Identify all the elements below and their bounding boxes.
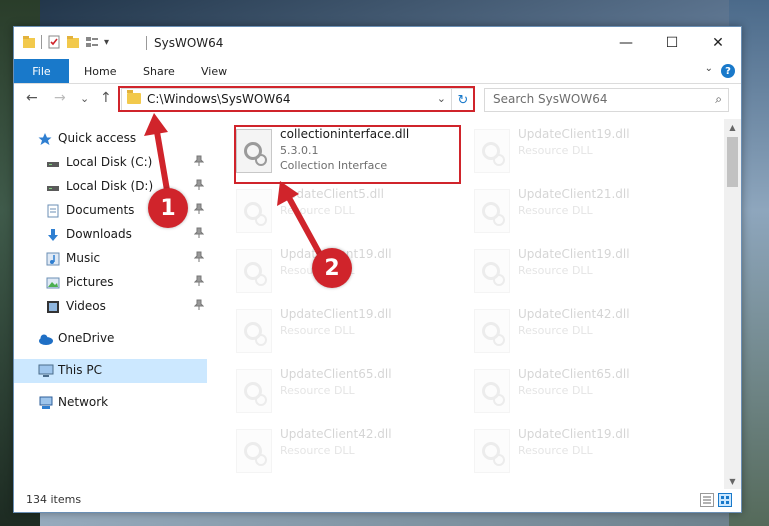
arrow-2-line <box>285 194 325 260</box>
step-2-badge: 2 <box>312 248 352 288</box>
arrow-2-head <box>277 181 299 206</box>
annotation-arrows <box>144 113 325 260</box>
arrow-1-head <box>144 113 168 136</box>
step-1-badge: 1 <box>148 188 188 228</box>
arrow-1-line <box>153 125 171 197</box>
